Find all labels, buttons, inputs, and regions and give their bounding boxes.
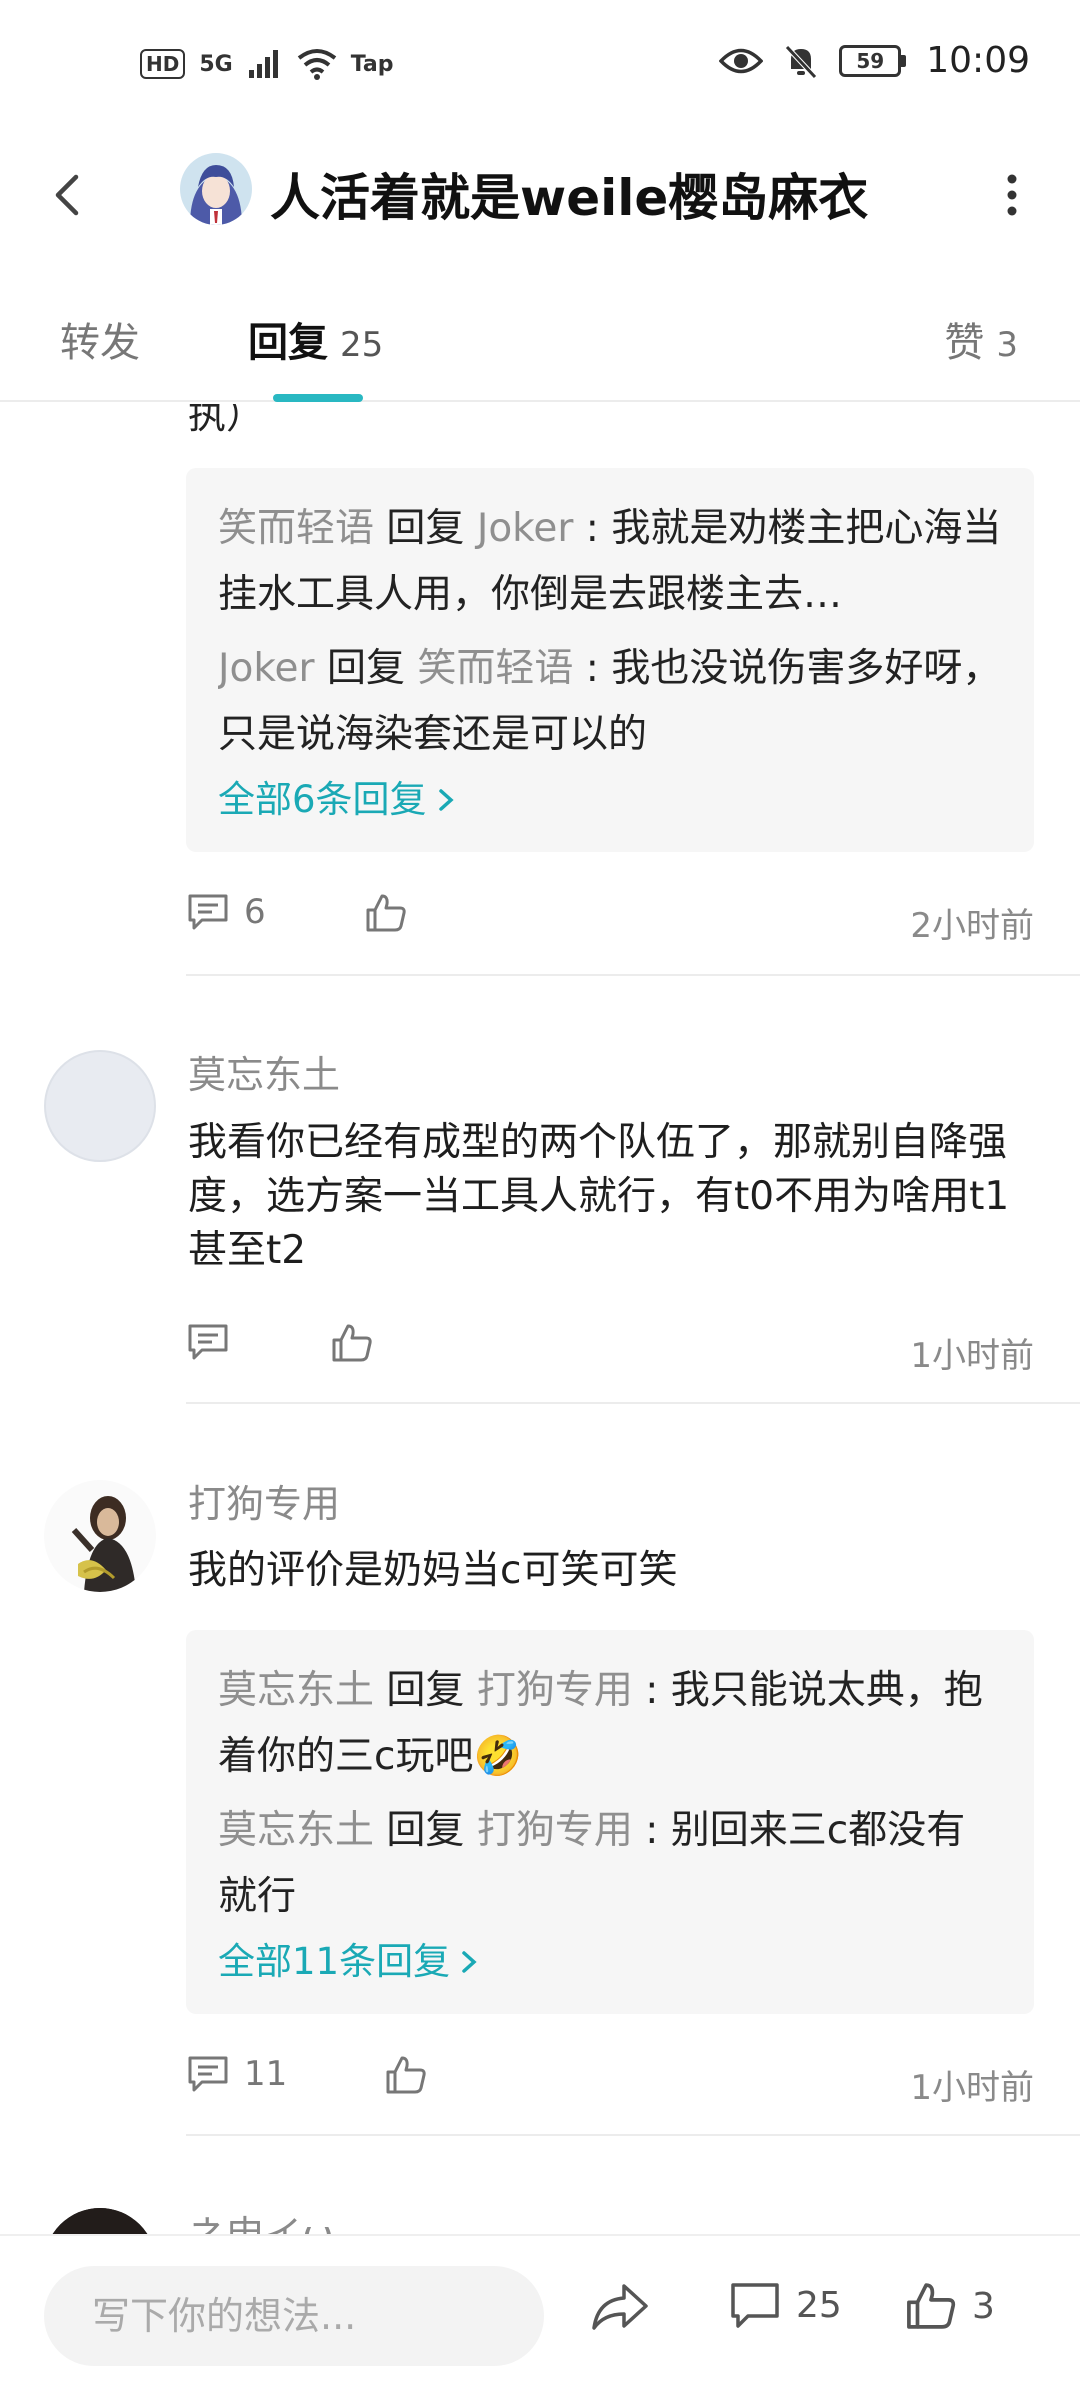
comment-author[interactable]: ネ申イω — [188, 2204, 334, 2234]
tab-reply-label: 回复 — [248, 320, 328, 366]
bottom-action-bar: 25 3 — [0, 2234, 1080, 2400]
reply-author[interactable]: 莫忘东土 — [218, 1668, 374, 1713]
comment-icon — [731, 2283, 779, 2328]
reply-line: 笑而轻语 回复 Joker : 我就是劝楼主把心海当挂水工具人用，你倒是去跟楼主… — [218, 506, 1002, 617]
share-icon — [592, 2284, 648, 2330]
divider — [186, 2134, 1080, 2136]
signal-icon — [248, 50, 278, 78]
page-title: 人活着就是weile樱岛麻衣 — [270, 169, 869, 227]
comment-actions: 6 2小时前 — [186, 892, 1034, 952]
status-left: HD 5G Tap — [140, 48, 393, 80]
mute-bell-icon — [785, 44, 818, 79]
avatar[interactable] — [44, 2208, 156, 2234]
reply-author[interactable]: 莫忘东土 — [218, 1808, 374, 1853]
title-bar: 人活着就是weile樱岛麻衣 — [0, 140, 1080, 250]
thumbs-up-icon — [386, 2056, 426, 2094]
tap-label: Tap — [350, 51, 394, 77]
avatar[interactable] — [44, 1050, 156, 1162]
tab-like-label: 赞 — [944, 320, 985, 366]
chevron-left-icon — [55, 174, 79, 216]
reply-author[interactable]: 笑而轻语 — [218, 506, 374, 551]
comment-icon — [188, 894, 228, 930]
reply-target[interactable]: 笑而轻语 — [417, 646, 573, 691]
comment-author[interactable]: 莫忘东土 — [188, 1044, 340, 1099]
tab-bar: 转发 回复 25 赞 3 — [0, 290, 1080, 402]
reply-target[interactable]: 打狗专用 — [477, 1808, 633, 1853]
author-avatar[interactable] — [180, 153, 252, 225]
battery-icon: 59 — [839, 44, 907, 77]
network-label: 5G — [199, 51, 233, 77]
status-right: 59 10:09 — [719, 40, 1030, 81]
tab-repost[interactable]: 转发 — [60, 310, 140, 368]
reply-target[interactable]: 打狗专用 — [477, 1668, 633, 1713]
more-options-button[interactable] — [982, 165, 1042, 225]
comment-body: 我的评价是奶妈当c可笑可笑 — [188, 1548, 678, 1593]
clock: 10:09 — [926, 40, 1030, 81]
tab-repost-label: 转发 — [60, 320, 140, 366]
share-button[interactable] — [590, 2280, 650, 2332]
divider — [186, 1402, 1080, 1404]
view-all-label: 全部6条回复 — [218, 778, 427, 821]
tab-like[interactable]: 赞 3 — [944, 310, 1018, 368]
comment-author[interactable]: 打狗专用 — [188, 1473, 340, 1528]
eye-icon — [719, 48, 764, 73]
reply-target[interactable]: Joker — [477, 506, 574, 551]
divider — [186, 974, 1080, 976]
thumbs-up-icon — [366, 894, 406, 932]
status-bar: HD 5G Tap 59 10:09 — [0, 0, 1080, 130]
chevron-right-icon — [438, 789, 454, 811]
back-button[interactable] — [40, 165, 100, 225]
comment-actions: 1小时前 — [186, 1322, 1034, 1382]
avatar-image — [180, 153, 252, 225]
comment-icon — [188, 2056, 228, 2092]
tab-like-count: 3 — [996, 325, 1018, 365]
hd-badge: HD — [140, 49, 186, 79]
tab-reply[interactable]: 回复 25 — [248, 310, 383, 368]
avatar-image — [44, 1480, 156, 1592]
avatar[interactable] — [44, 1480, 156, 1592]
comment-input[interactable] — [44, 2266, 544, 2366]
battery-level: 59 — [839, 44, 902, 77]
like-button[interactable] — [330, 1322, 374, 1364]
comment-body: 我看你已经有成型的两个队伍了，那就别自降强度，选方案一当工具人就行，有t0不用为… — [188, 1120, 1010, 1273]
view-all-replies-link[interactable]: 全部6条回复 — [218, 768, 1002, 832]
comment-time: 2小时前 — [910, 906, 1034, 946]
reply-count: 6 — [244, 892, 266, 932]
tab-reply-count: 25 — [340, 325, 384, 365]
wifi-icon — [297, 49, 336, 80]
comment-actions: 11 1小时前 — [186, 2054, 1034, 2114]
view-all-label: 全部11条回复 — [218, 1940, 451, 1983]
like-post-button[interactable]: 3 — [904, 2280, 995, 2332]
reply-button[interactable] — [186, 1322, 230, 1362]
comments-count: 25 — [796, 2284, 842, 2326]
reply-line: Joker 回复 笑而轻语 : 我也没说伤害多好呀，只是说海染套还是可以的 — [218, 646, 1002, 757]
avatar-image — [44, 2208, 156, 2234]
comments-button[interactable]: 25 — [728, 2280, 842, 2330]
comment-icon — [188, 1324, 228, 1360]
reply-line: 莫忘东土 回复 打狗专用 : 我只能说太典，抱着你的三c玩吧🤣 — [218, 1668, 983, 1779]
comment-list[interactable]: 执） 笑而轻语 回复 Joker : 我就是劝楼主把心海当挂水工具人用，你倒是去… — [0, 404, 1080, 2234]
comment-body-partial: 执） — [188, 404, 265, 437]
more-vertical-icon — [1007, 174, 1017, 216]
thumbs-up-icon — [332, 1324, 372, 1362]
like-button[interactable] — [384, 2054, 428, 2096]
chevron-right-icon — [462, 1951, 477, 1973]
comment-time: 1小时前 — [910, 2068, 1034, 2108]
like-count: 3 — [972, 2285, 995, 2327]
reply-button[interactable]: 6 — [186, 892, 266, 932]
view-all-replies-link[interactable]: 全部11条回复 — [218, 1930, 1002, 1994]
comment-time: 1小时前 — [910, 1336, 1034, 1376]
reply-author[interactable]: Joker — [218, 646, 315, 691]
thumbs-up-icon — [907, 2283, 956, 2329]
tab-active-indicator — [273, 394, 363, 402]
reply-line: 莫忘东土 回复 打狗专用 : 别回来三c都没有就行 — [218, 1808, 966, 1919]
reply-count: 11 — [244, 2054, 288, 2094]
reply-preview-box[interactable]: 笑而轻语 回复 Joker : 我就是劝楼主把心海当挂水工具人用，你倒是去跟楼主… — [186, 468, 1034, 852]
reply-button[interactable]: 11 — [186, 2054, 287, 2094]
reply-preview-box[interactable]: 莫忘东土 回复 打狗专用 : 我只能说太典，抱着你的三c玩吧🤣 莫忘东土 回复 … — [186, 1630, 1034, 2014]
like-button[interactable] — [364, 892, 408, 934]
